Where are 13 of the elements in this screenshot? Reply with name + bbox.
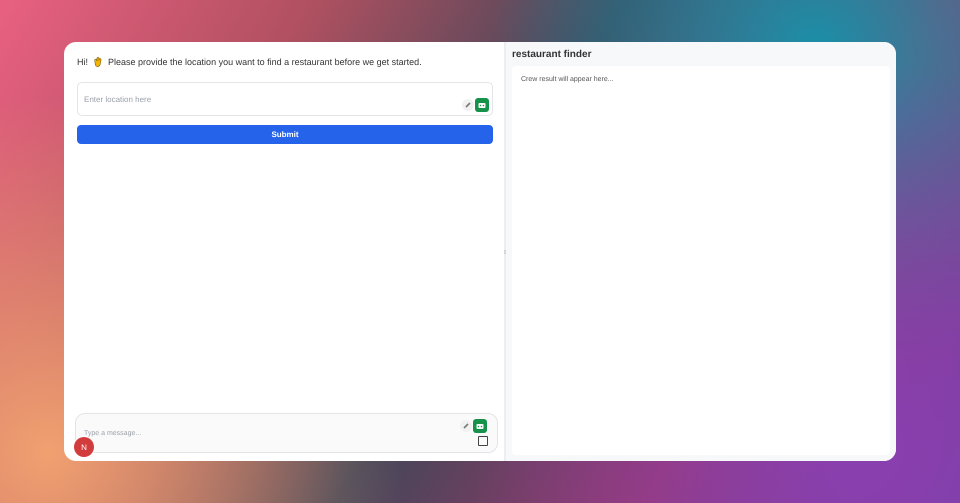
location-field[interactable]: Enter location here [84, 95, 426, 104]
robot-icon[interactable] [475, 98, 489, 112]
panel-title: restaurant finder [512, 49, 592, 60]
robot-icon[interactable] [473, 419, 487, 433]
pencil-icon[interactable] [462, 99, 474, 111]
checkbox[interactable] [478, 436, 488, 446]
instruction-text: Please provide the location you want to find a restaurant before we get started. [108, 57, 422, 67]
greeting-text: Hi! [77, 57, 88, 67]
avatar[interactable]: N [74, 437, 94, 457]
waving-hand-icon [92, 56, 104, 68]
submit-button[interactable]: Submit [77, 125, 493, 144]
pencil-icon[interactable] [460, 420, 472, 432]
drag-handle-icon[interactable] [504, 248, 506, 254]
